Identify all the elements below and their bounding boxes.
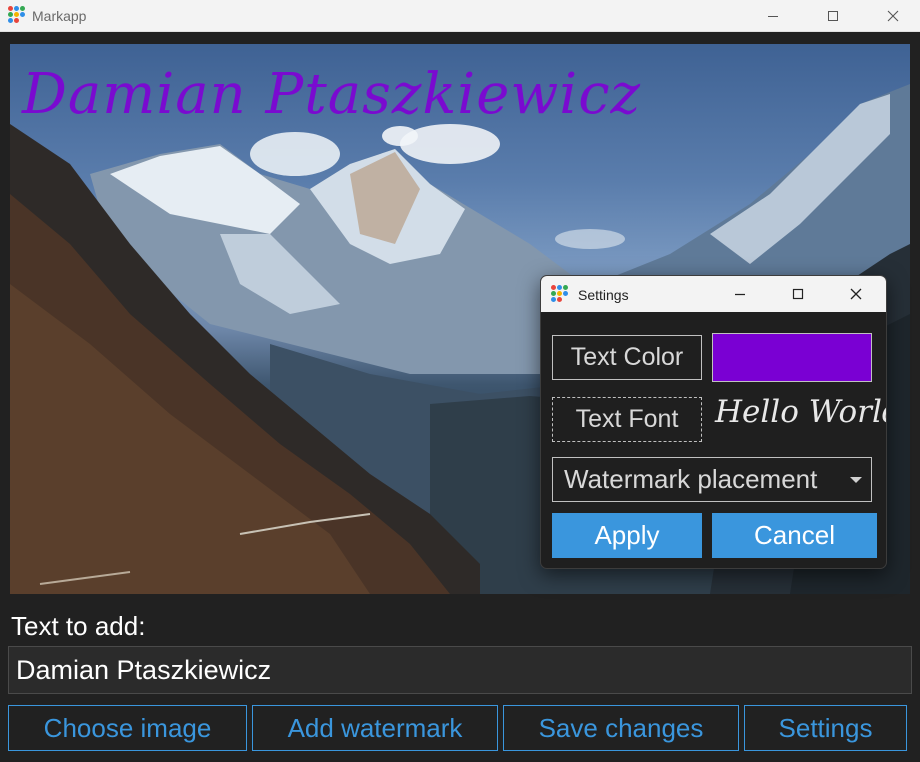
close-icon: [850, 288, 862, 300]
apply-button[interactable]: Apply: [552, 513, 702, 558]
maximize-icon: [792, 288, 804, 300]
cancel-button[interactable]: Cancel: [712, 513, 877, 558]
text-color-button[interactable]: Text Color: [552, 335, 702, 380]
minimize-button[interactable]: [750, 0, 796, 32]
minimize-icon: [768, 16, 778, 17]
save-changes-button[interactable]: Save changes: [503, 705, 739, 751]
add-watermark-button[interactable]: Add watermark: [252, 705, 498, 751]
close-button[interactable]: [870, 0, 916, 32]
settings-dialog: Settings Text Color Text Font Hello Worl…: [540, 275, 887, 569]
watermark-overlay-text: Damian Ptaszkiewicz: [22, 62, 642, 127]
markapp-logo-icon: [551, 285, 569, 303]
minimize-icon: [735, 293, 745, 296]
settings-maximize-button[interactable]: [778, 276, 818, 312]
text-font-button[interactable]: Text Font: [552, 397, 702, 442]
close-icon: [887, 10, 899, 22]
maximize-button[interactable]: [810, 0, 856, 32]
placement-selected-value: Watermark placement: [564, 464, 818, 494]
font-preview-text: Hello World!: [715, 394, 886, 430]
window-title: Markapp: [32, 8, 87, 24]
settings-button[interactable]: Settings: [744, 705, 907, 751]
markapp-logo-icon: [8, 6, 26, 24]
text-color-swatch[interactable]: [712, 333, 872, 382]
settings-title: Settings: [578, 287, 629, 303]
choose-image-button[interactable]: Choose image: [8, 705, 247, 751]
text-to-add-label: Text to add:: [11, 611, 146, 641]
settings-minimize-button[interactable]: [720, 276, 760, 312]
watermark-placement-dropdown[interactable]: Watermark placement: [552, 457, 872, 502]
settings-titlebar[interactable]: Settings: [541, 276, 886, 312]
chevron-down-icon: [850, 477, 862, 483]
watermark-text-input[interactable]: [8, 646, 912, 694]
settings-close-button[interactable]: [836, 276, 876, 312]
main-titlebar[interactable]: Markapp: [0, 0, 920, 32]
maximize-icon: [828, 11, 838, 21]
